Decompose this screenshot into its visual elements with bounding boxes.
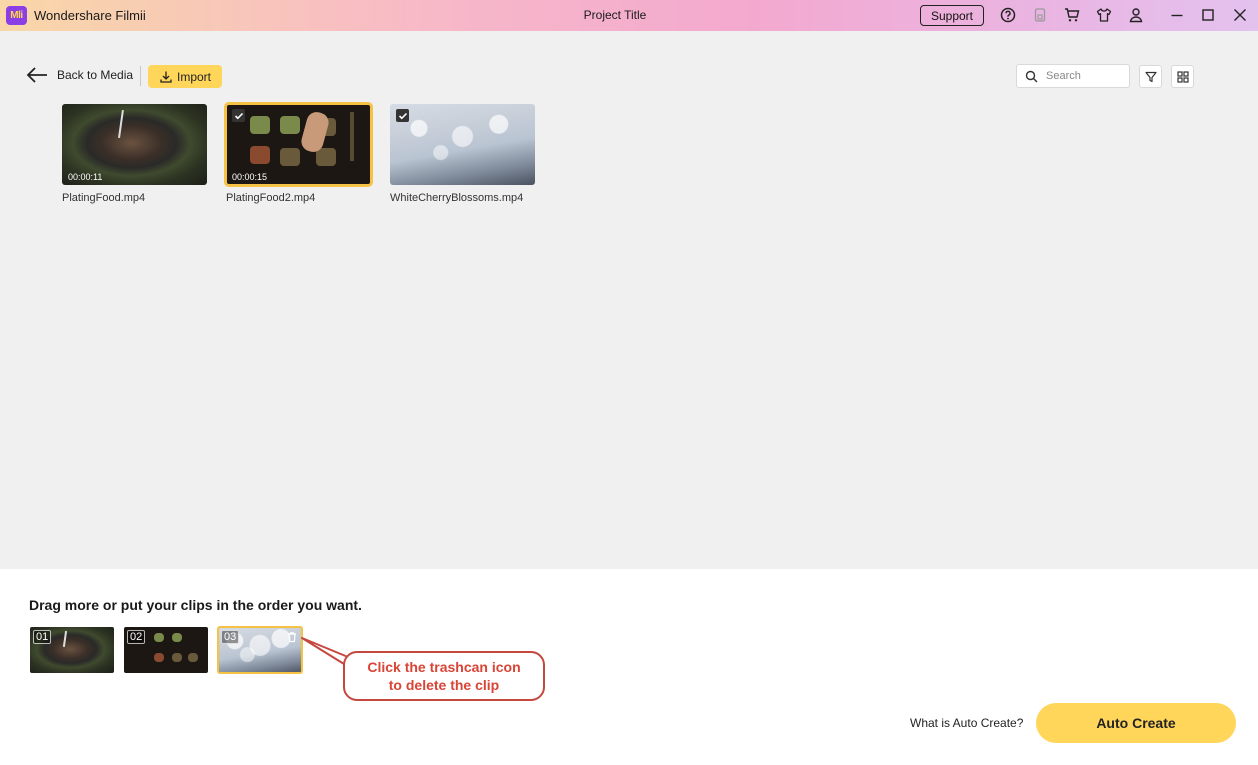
maximize-icon[interactable]	[1199, 6, 1217, 24]
download-icon	[160, 71, 172, 83]
clip-number: 02	[127, 630, 146, 644]
close-icon[interactable]	[1231, 6, 1249, 24]
media-panel: Back to Media Import 00:00:11 PlatingFoo…	[0, 31, 1258, 569]
timeline-clip[interactable]: 02	[124, 627, 208, 673]
media-filename: WhiteCherryBlossoms.mp4	[390, 192, 524, 204]
tutorial-callout: Click the trashcan icon to delete the cl…	[343, 651, 545, 701]
media-thumbnail[interactable]	[390, 104, 535, 185]
media-thumbnail[interactable]: 00:00:11	[62, 104, 207, 185]
toolbar-divider	[140, 66, 141, 86]
grid-icon	[1176, 70, 1189, 83]
media-item[interactable]: WhiteCherryBlossoms.mp4	[390, 104, 535, 204]
clip-number: 03	[221, 630, 240, 644]
timeline-clip[interactable]: 03	[217, 626, 303, 674]
media-filename: PlatingFood.mp4	[62, 192, 146, 204]
grid-view-button[interactable]	[1171, 65, 1194, 88]
user-icon[interactable]	[1127, 6, 1145, 24]
callout-line-2: to delete the clip	[388, 677, 500, 693]
auto-create-button[interactable]: Auto Create	[1036, 703, 1236, 743]
search-field[interactable]	[1016, 64, 1130, 88]
media-item[interactable]: 00:00:15 PlatingFood2.mp4	[224, 102, 373, 204]
duration-label: 00:00:11	[68, 172, 103, 182]
back-arrow-icon[interactable]	[26, 67, 48, 83]
media-thumbnail[interactable]: 00:00:15	[224, 102, 373, 187]
callout-line-1: Click the trashcan icon	[367, 659, 521, 675]
clip-order-panel: Drag more or put your clips in the order…	[0, 569, 1258, 765]
minimize-icon[interactable]	[1168, 6, 1186, 24]
clip-order-heading: Drag more or put your clips in the order…	[29, 597, 362, 613]
what-is-auto-create-link[interactable]: What is Auto Create?	[910, 716, 1023, 730]
clip-number: 01	[33, 630, 52, 644]
title-bar: Mli Wondershare Filmii Project Title Sup…	[0, 0, 1258, 31]
help-icon[interactable]	[999, 6, 1017, 24]
search-input[interactable]	[1046, 70, 1126, 82]
duration-label: 00:00:15	[232, 172, 268, 182]
support-button[interactable]: Support	[920, 5, 984, 26]
import-label: Import	[176, 69, 211, 84]
save-icon[interactable]	[1031, 6, 1049, 24]
import-button[interactable]: Import	[148, 65, 222, 88]
search-icon	[1025, 70, 1038, 82]
media-filename: PlatingFood2.mp4	[226, 192, 316, 204]
checkbox-checked-icon[interactable]	[396, 109, 409, 122]
timeline-clip[interactable]: 01	[30, 627, 114, 673]
filter-button[interactable]	[1139, 65, 1162, 88]
media-item[interactable]: 00:00:11 PlatingFood.mp4	[62, 104, 207, 204]
trash-icon[interactable]	[286, 630, 298, 643]
shirt-icon[interactable]	[1095, 6, 1113, 24]
checkbox-checked-icon[interactable]	[232, 109, 245, 122]
cart-icon[interactable]	[1063, 6, 1081, 24]
filter-icon	[1144, 71, 1157, 82]
back-to-media-link[interactable]: Back to Media	[57, 68, 133, 82]
